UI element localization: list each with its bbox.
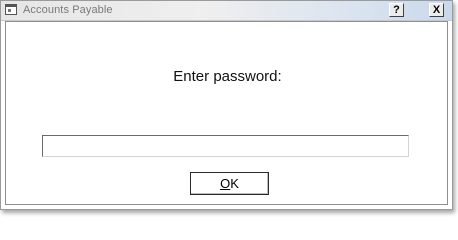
ok-mnemonic: O xyxy=(220,176,231,191)
window-title: Accounts Payable xyxy=(23,4,113,16)
password-prompt-label: Enter password: xyxy=(173,68,282,85)
ok-button[interactable]: OK xyxy=(190,172,269,195)
help-button[interactable]: ? xyxy=(389,3,404,17)
ok-label-rest: K xyxy=(230,176,239,191)
title-bar[interactable]: Accounts Payable ? X xyxy=(1,1,452,21)
close-button[interactable]: X xyxy=(429,3,444,17)
password-input[interactable] xyxy=(42,135,409,157)
app-window-icon[interactable] xyxy=(5,4,17,15)
dialog-body: Enter password: OK xyxy=(5,21,448,205)
accounts-payable-window: Accounts Payable ? X Enter password: OK xyxy=(0,0,453,210)
